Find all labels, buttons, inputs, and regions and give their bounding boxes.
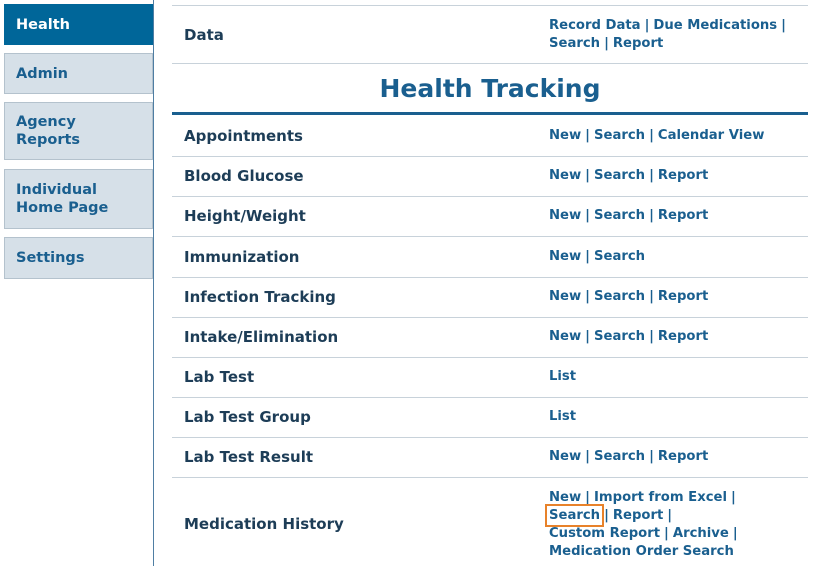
import-from-excel-link[interactable]: Import from Excel	[594, 490, 727, 505]
archive-link[interactable]: Archive	[673, 526, 729, 541]
sidebar-item-label: Admin	[16, 65, 69, 82]
new-link[interactable]: New	[549, 168, 581, 183]
new-link[interactable]: New	[549, 449, 581, 464]
search-link[interactable]: Search	[594, 168, 645, 183]
report-link[interactable]: Report	[658, 208, 708, 223]
data-links: Record Data | Due Medications | Search | Repo…	[549, 18, 786, 51]
report-link[interactable]: Report	[658, 449, 708, 464]
row-links: List	[549, 368, 576, 386]
search-link[interactable]: Search	[544, 504, 605, 527]
search-link[interactable]: Search	[594, 249, 645, 264]
sidebar-item-label: Individual Home Page	[16, 182, 109, 216]
row-links: New | Search	[549, 249, 646, 264]
new-link[interactable]: New	[549, 289, 581, 304]
sidebar-divider	[153, 0, 154, 566]
row-lab-test-group: Lab Test Group List	[172, 398, 808, 438]
row-infection-tracking: Infection Tracking New | Search | Report	[172, 278, 808, 318]
row-label: Lab Test Group	[184, 408, 311, 426]
report-link[interactable]: Report	[658, 289, 708, 304]
sidebar-item-settings[interactable]: Settings	[4, 237, 153, 279]
row-intake-elimination: Intake/Elimination New | Search | Report	[172, 318, 808, 358]
sidebar: Health Admin Agency Reports Individual H…	[0, 0, 155, 566]
row-label: Data	[184, 26, 224, 44]
sidebar-item-label: Settings	[16, 250, 85, 266]
row-label: Intake/Elimination	[184, 328, 339, 346]
record-data-link[interactable]: Record Data	[549, 18, 641, 33]
data-search-link[interactable]: Search	[549, 36, 600, 51]
row-links: New | Search | Calendar View	[549, 128, 765, 143]
row-label: Infection Tracking	[184, 288, 336, 306]
search-link[interactable]: Search	[594, 208, 645, 223]
row-links: New | Search | Report	[549, 289, 709, 304]
data-report-link[interactable]: Report	[613, 36, 663, 51]
search-link[interactable]: Search	[594, 449, 645, 464]
report-link[interactable]: Report	[658, 329, 708, 344]
sidebar-item-label: Health	[16, 16, 70, 33]
new-link[interactable]: New	[549, 490, 581, 505]
sidebar-item-agency-reports[interactable]: Agency Reports	[4, 102, 153, 160]
row-lab-test: Lab Test List	[172, 358, 808, 398]
row-links: New | Search | Report	[549, 168, 709, 183]
row-appointments: Appointments New | Search | Calendar View	[172, 116, 808, 157]
section-rule	[172, 112, 808, 115]
row-label: Appointments	[184, 127, 303, 145]
search-link[interactable]: Search	[594, 289, 645, 304]
due-medications-link[interactable]: Due Medications	[653, 18, 777, 33]
row-links: New | Search | Report	[549, 449, 709, 464]
row-height-weight: Height/Weight New | Search | Report	[172, 197, 808, 237]
list-link[interactable]: List	[549, 369, 576, 384]
row-links: New | Import from Excel | Search | Report | Cu…	[544, 490, 738, 559]
section-title: Health Tracking	[379, 74, 601, 103]
row-links: List	[549, 408, 576, 426]
row-lab-test-result: Lab Test Result New | Search | Report	[172, 438, 808, 478]
row-label: Medication History	[184, 515, 344, 533]
row-blood-glucose: Blood Glucose New | Search | Report	[172, 157, 808, 197]
report-link[interactable]: Report	[613, 508, 663, 523]
list-link[interactable]: List	[549, 409, 576, 424]
report-link[interactable]: Report	[658, 168, 708, 183]
sidebar-item-admin[interactable]: Admin	[4, 53, 153, 94]
calendar-view-link[interactable]: Calendar View	[658, 128, 765, 143]
new-link[interactable]: New	[549, 208, 581, 223]
new-link[interactable]: New	[549, 249, 581, 264]
row-label: Lab Test	[184, 368, 255, 386]
search-link[interactable]: Search	[594, 329, 645, 344]
row-medication-history: Medication History New | Import from Excel…	[172, 478, 808, 566]
data-row: Data Record Data | Due Medications | Search…	[172, 6, 808, 64]
row-label: Height/Weight	[184, 207, 306, 225]
new-link[interactable]: New	[549, 329, 581, 344]
row-label: Immunization	[184, 248, 300, 266]
medication-order-search-link[interactable]: Medication Order Search	[549, 544, 734, 559]
search-link[interactable]: Search	[594, 128, 645, 143]
row-immunization: Immunization New | Search	[172, 237, 808, 278]
sidebar-item-health[interactable]: Health	[4, 4, 153, 45]
custom-report-link[interactable]: Custom Report	[549, 526, 660, 541]
row-label: Lab Test Result	[184, 448, 314, 466]
row-label: Blood Glucose	[184, 167, 304, 185]
row-links: New | Search | Report	[549, 329, 709, 344]
sidebar-item-label: Agency Reports	[16, 114, 81, 148]
row-links: New | Search | Report	[549, 208, 709, 223]
sidebar-item-individual-home-page[interactable]: Individual Home Page	[4, 169, 153, 229]
new-link[interactable]: New	[549, 128, 581, 143]
